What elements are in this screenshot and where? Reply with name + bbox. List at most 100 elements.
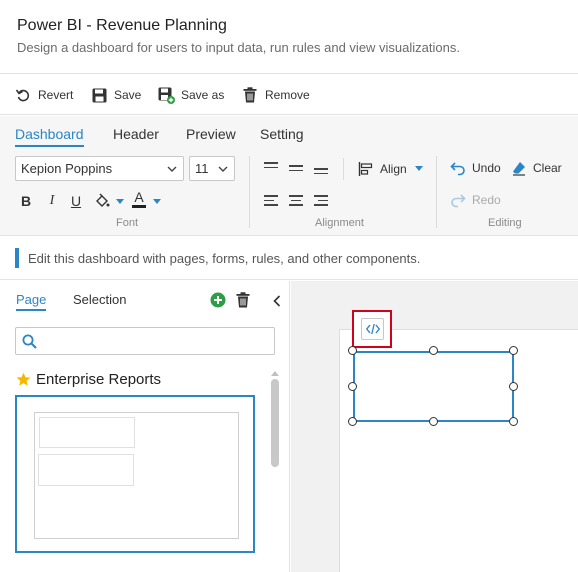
font-color-swatch	[132, 205, 146, 208]
italic-button[interactable]: I	[43, 192, 61, 210]
tab-dashboard[interactable]: Dashboard	[15, 126, 84, 147]
save-label: Save	[114, 88, 142, 102]
remove-button[interactable]: Remove	[241, 85, 310, 105]
code-icon	[365, 323, 380, 335]
font-color-dropdown[interactable]	[153, 199, 161, 204]
redo-label: Redo	[472, 193, 501, 207]
app-subtitle: Design a dashboard for users to input da…	[17, 40, 460, 55]
trash-icon	[241, 86, 259, 104]
edit-code-button[interactable]	[352, 310, 392, 348]
main-toolbar: Revert Save Save as Remove	[0, 75, 578, 115]
divider	[249, 156, 250, 228]
tab-header[interactable]: Header	[113, 126, 159, 142]
editing-group-label: Editing	[488, 217, 522, 229]
clear-label: Clear	[533, 161, 562, 175]
save-as-icon	[157, 86, 175, 104]
thumbnail-block	[38, 454, 134, 486]
scroll-up-arrow[interactable]	[271, 371, 279, 376]
align-dropdown-arrow[interactable]	[415, 166, 423, 171]
fill-color-button[interactable]	[93, 192, 111, 210]
resize-handle-bottom-right[interactable]	[509, 417, 518, 426]
save-as-button[interactable]: Save as	[157, 85, 224, 105]
align-right-button[interactable]	[314, 195, 330, 209]
redo-button[interactable]: Redo	[450, 192, 501, 208]
resize-handle-top[interactable]	[429, 346, 438, 355]
star-icon	[16, 372, 31, 386]
resize-handle-top-right[interactable]	[509, 346, 518, 355]
chevron-down-icon	[218, 166, 228, 172]
align-left-button[interactable]	[264, 195, 280, 209]
revert-icon	[14, 86, 32, 104]
add-page-button[interactable]	[210, 292, 226, 313]
align-dropdown-button[interactable]: Align	[358, 161, 407, 177]
align-top-button[interactable]	[264, 162, 280, 176]
align-bottom-button[interactable]	[314, 168, 330, 182]
resize-handle-right[interactable]	[509, 382, 518, 391]
divider	[436, 156, 437, 228]
save-button[interactable]: Save	[90, 85, 141, 105]
pages-scrollbar[interactable]	[271, 371, 279, 471]
page-group-header[interactable]: Enterprise Reports	[16, 371, 161, 388]
font-family-select[interactable]: Kepion Poppins	[15, 156, 184, 181]
info-message: Edit this dashboard with pages, forms, r…	[28, 251, 421, 266]
save-as-label: Save as	[181, 88, 225, 102]
align-label: Align	[380, 162, 407, 176]
remove-label: Remove	[265, 88, 310, 102]
font-family-value: Kepion Poppins	[21, 161, 113, 176]
align-center-button[interactable]	[289, 195, 305, 209]
thumbnail-page	[34, 412, 239, 539]
tab-setting[interactable]: Setting	[260, 126, 304, 142]
app-header: Power BI - Revenue Planning Design a das…	[0, 0, 578, 74]
selected-component[interactable]	[353, 351, 514, 422]
search-input[interactable]	[44, 332, 269, 350]
resize-handle-bottom-left[interactable]	[348, 417, 357, 426]
trash-icon	[236, 292, 250, 308]
paint-bucket-icon	[96, 193, 110, 207]
redo-icon	[451, 194, 466, 208]
eraser-icon	[513, 162, 525, 176]
undo-button[interactable]: Undo	[450, 160, 501, 176]
align-middle-button[interactable]	[289, 165, 305, 179]
resize-handle-top-left[interactable]	[348, 346, 357, 355]
alignment-group-label: Alignment	[315, 217, 364, 229]
revert-button[interactable]: Revert	[14, 85, 73, 105]
bold-button[interactable]: B	[17, 192, 35, 210]
pages-panel: Page Selection Enterprise Reports	[0, 281, 290, 572]
tab-preview[interactable]: Preview	[186, 126, 236, 142]
chevron-left-icon	[273, 295, 281, 307]
tab-page[interactable]: Page	[16, 292, 47, 311]
resize-handle-left[interactable]	[348, 382, 357, 391]
ribbon: Dashboard Header Preview Setting Kepion …	[0, 116, 578, 236]
scrollbar-thumb[interactable]	[271, 379, 279, 467]
dashboard-canvas	[291, 281, 578, 572]
page-thumbnail[interactable]	[15, 395, 255, 553]
underline-button[interactable]: U	[67, 192, 85, 210]
font-size-value: 11	[195, 161, 209, 176]
clear-button[interactable]: Clear	[511, 160, 562, 176]
revert-label: Revert	[38, 88, 74, 102]
chevron-down-icon	[167, 166, 177, 172]
page-search	[15, 327, 275, 355]
tab-selection[interactable]: Selection	[73, 292, 126, 307]
fill-color-dropdown[interactable]	[116, 199, 124, 204]
search-icon	[22, 334, 37, 349]
undo-icon	[450, 162, 465, 176]
delete-page-button[interactable]	[236, 292, 250, 313]
page-name: Enterprise Reports	[36, 371, 162, 388]
align-objects-icon	[358, 162, 373, 176]
plus-circle-icon	[210, 292, 226, 308]
info-accent	[15, 248, 19, 268]
font-group-label: Font	[116, 217, 139, 229]
app-title: Power BI - Revenue Planning	[17, 17, 227, 34]
font-size-select[interactable]: 11	[189, 156, 235, 181]
font-color-button[interactable]: A	[130, 190, 148, 208]
resize-handle-bottom[interactable]	[429, 417, 438, 426]
font-color-letter: A	[134, 189, 144, 205]
save-icon	[90, 86, 108, 104]
undo-label: Undo	[472, 161, 501, 175]
divider	[343, 158, 344, 180]
info-bar: Edit this dashboard with pages, forms, r…	[0, 237, 578, 280]
collapse-panel-button[interactable]	[273, 294, 281, 312]
thumbnail-block	[39, 417, 135, 448]
code-button-frame	[361, 318, 384, 340]
